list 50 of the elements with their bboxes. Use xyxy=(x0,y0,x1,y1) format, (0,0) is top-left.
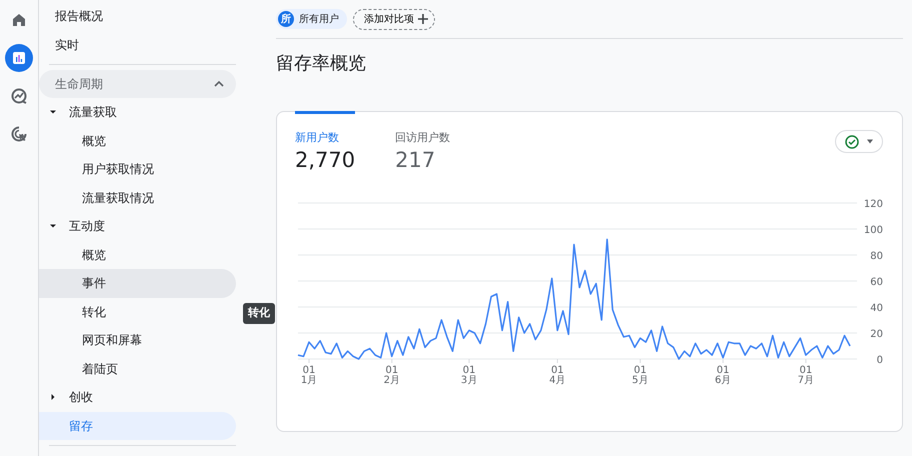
sidebar-item[interactable]: 概览 xyxy=(39,126,236,155)
sidebar-item[interactable]: 留存 xyxy=(39,412,236,440)
caret-icon xyxy=(49,222,57,230)
section-header[interactable]: 生命周期 xyxy=(39,70,236,98)
metric-tab[interactable]: 回访用户数 217 xyxy=(395,111,450,174)
x-axis-label: 01 2月 xyxy=(384,365,400,386)
tooltip: 转化 xyxy=(243,303,275,324)
sidebar-item[interactable]: 网页和屏幕 xyxy=(39,326,236,354)
sidebar-item[interactable]: 事件 xyxy=(39,269,236,298)
x-axis-label: 01 6月 xyxy=(714,365,732,386)
y-axis-label: 40 xyxy=(870,303,883,314)
x-axis-label: 01 3月 xyxy=(460,365,478,386)
sidebar-item[interactable]: 用户获取情况 xyxy=(39,155,236,184)
caret-icon xyxy=(866,139,874,144)
trend-chart-icon xyxy=(10,87,28,105)
sidebar-item[interactable]: 报告概况 xyxy=(39,2,236,30)
cursor-target-icon xyxy=(10,125,28,143)
x-axis-label: 01 1月 xyxy=(300,365,318,386)
sidebar-item[interactable]: 实时 xyxy=(39,30,236,59)
metric-tab[interactable]: 新用户数 2,770 xyxy=(295,111,356,174)
check-circle-icon xyxy=(844,134,858,148)
y-axis-label: 20 xyxy=(870,329,883,340)
y-axis-label: 120 xyxy=(864,199,883,210)
home-icon xyxy=(10,11,28,29)
x-axis-label: 01 7月 xyxy=(798,365,814,386)
sidebar-item[interactable]: 概览 xyxy=(39,240,236,269)
y-axis-label: 100 xyxy=(864,225,883,236)
caret-icon xyxy=(49,108,57,116)
segment-badge: 所 xyxy=(278,11,294,27)
chevron-icon xyxy=(214,80,224,88)
x-axis-label: 01 5月 xyxy=(632,365,648,386)
bar-chart-icon xyxy=(10,49,28,67)
nav-rail-button[interactable] xyxy=(5,44,33,72)
plus-icon xyxy=(418,14,428,24)
page-title: 留存率概览 xyxy=(276,53,367,76)
sidebar-item[interactable]: 互动度 xyxy=(39,212,236,240)
sidebar-item[interactable]: 转化 xyxy=(39,298,236,326)
chart-options-button[interactable] xyxy=(835,130,883,153)
sidebar-item[interactable]: 着陆页 xyxy=(39,354,236,383)
y-axis-label: 80 xyxy=(870,251,883,262)
segment-chip[interactable]: 所 所有用户 xyxy=(276,9,347,29)
sidebar-item[interactable]: 创收 xyxy=(39,383,236,412)
x-axis-label: 01 4月 xyxy=(549,365,566,386)
add-comparison-button[interactable]: 添加对比项 xyxy=(353,8,435,30)
sidebar-item[interactable]: 流量获取情况 xyxy=(39,184,236,212)
y-axis-label: 0 xyxy=(876,355,883,366)
caret-icon xyxy=(49,393,57,402)
section-label: 生命周期 xyxy=(55,76,103,93)
y-axis-label: 60 xyxy=(870,277,883,288)
sidebar-item[interactable]: 流量获取 xyxy=(39,98,236,126)
